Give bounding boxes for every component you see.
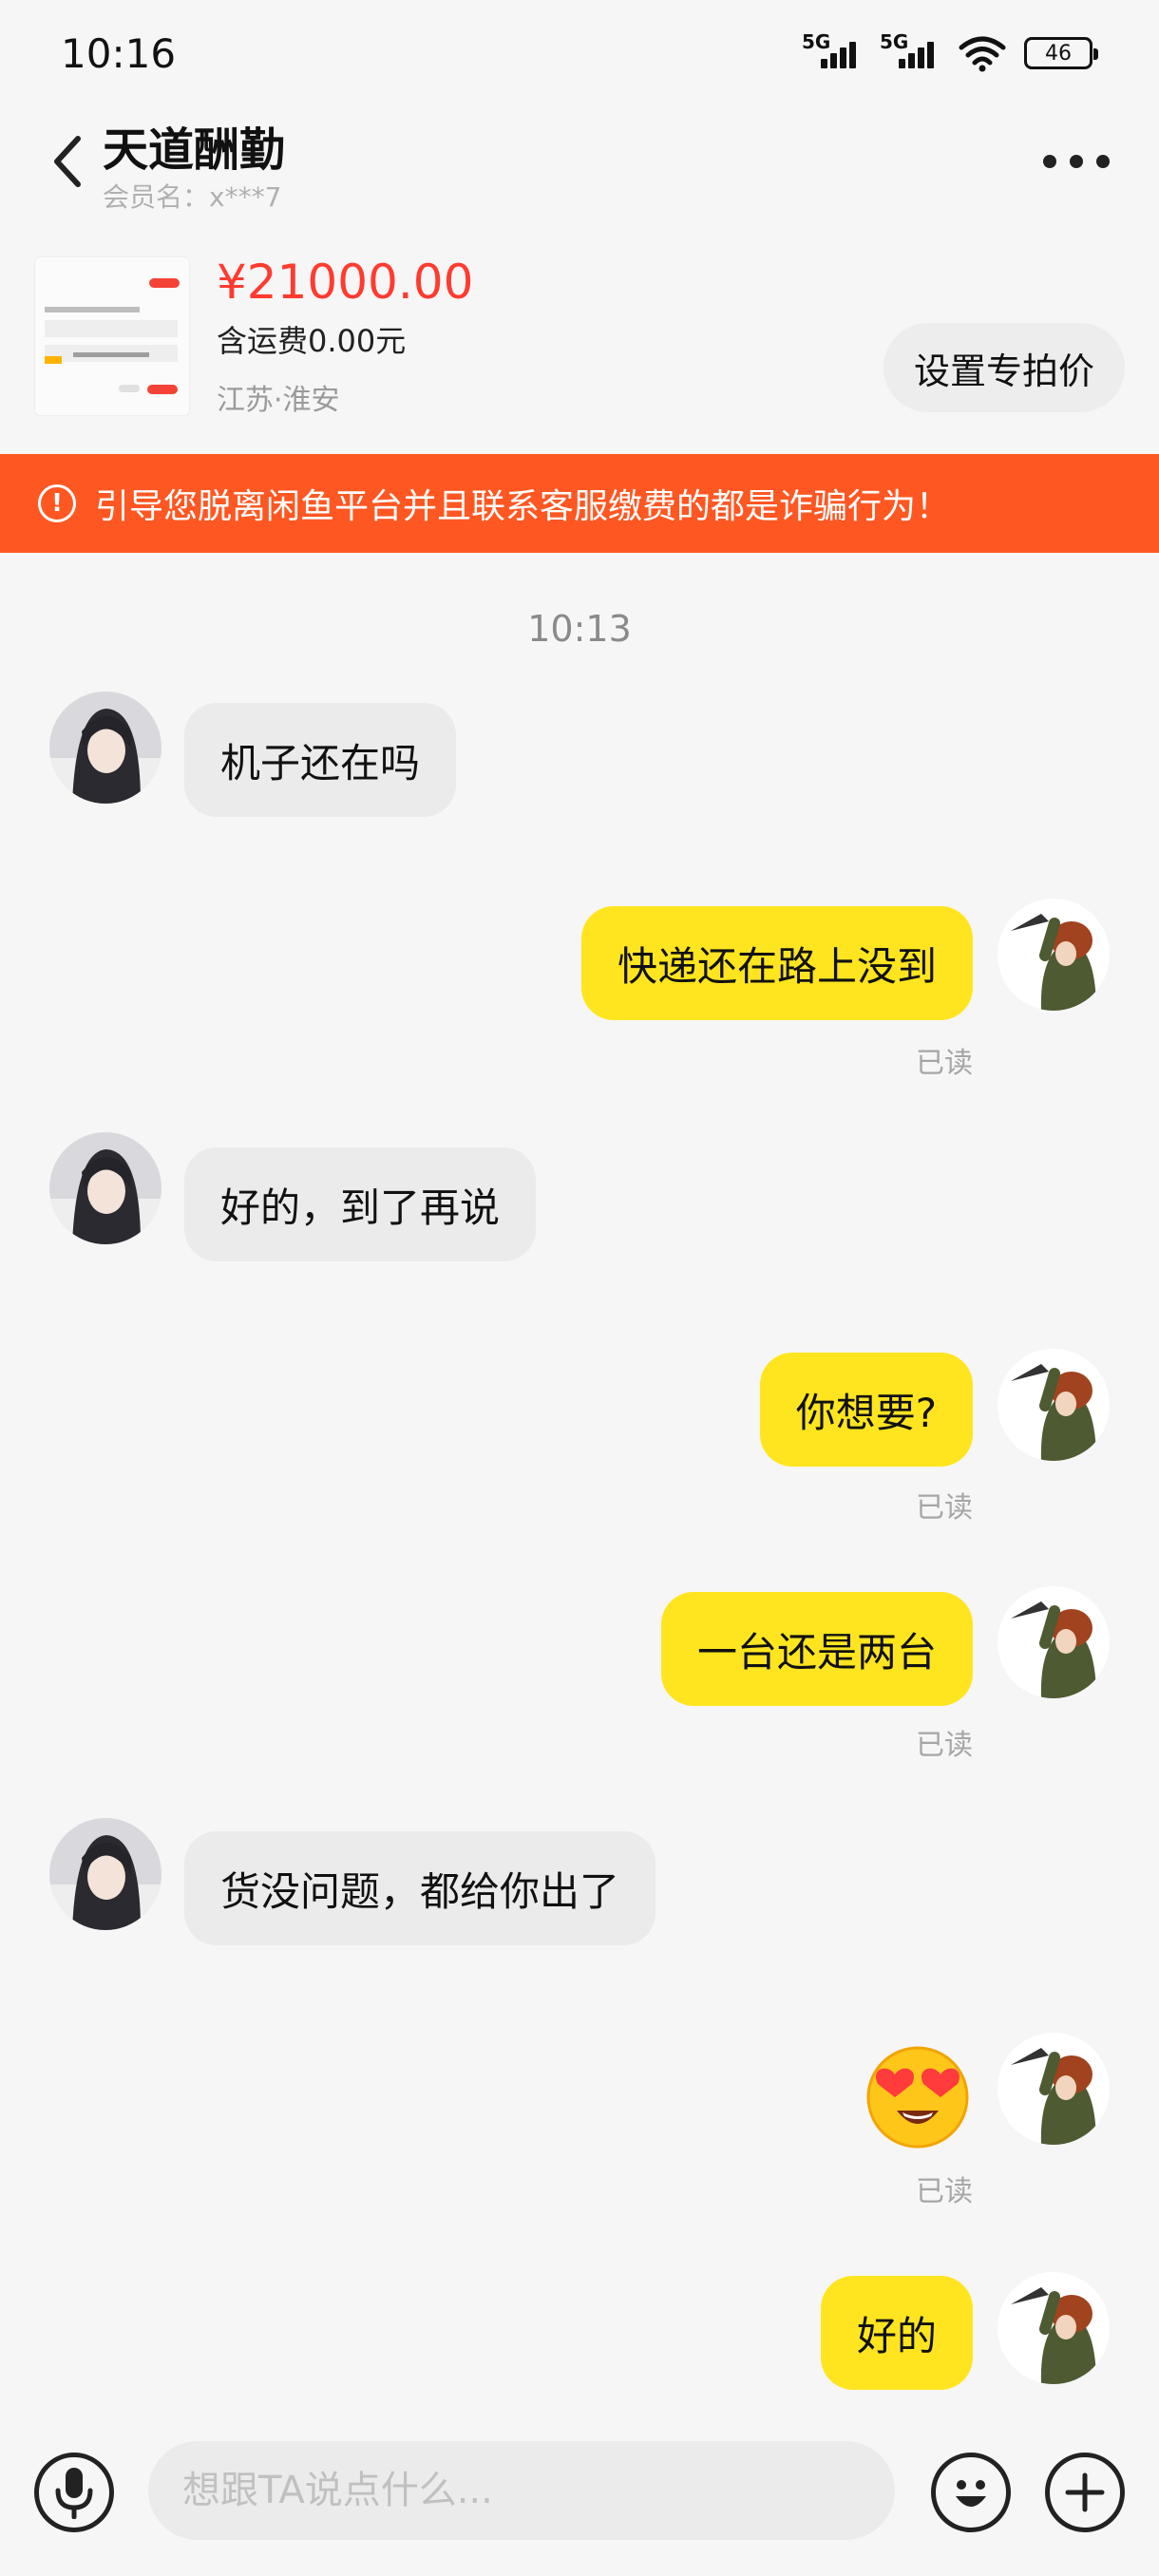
message-bubble-outgoing: 你想要? [759,1353,973,1467]
status-icons: 5G 5G 46 [802,30,1098,72]
read-status: 已读 [916,1047,973,1080]
wifi-icon [959,36,1006,72]
signal-icon-2: 5G [880,30,940,72]
read-status: 已读 [916,2175,973,2208]
message-bubble-outgoing: 快递还在路上没到 [580,906,973,1020]
my-avatar[interactable] [998,2272,1110,2384]
seller-avatar[interactable] [49,1132,162,1244]
my-avatar[interactable] [998,1349,1110,1461]
set-special-price-button[interactable]: 设置专拍价 [883,323,1125,412]
smiley-icon[interactable] [931,2453,1011,2532]
plus-icon[interactable] [1045,2453,1125,2532]
back-arrow-icon[interactable] [49,133,87,190]
product-shipping: 含运费0.00元 [217,323,407,359]
message-bubble-outgoing: 好的 [820,2276,973,2390]
exclamation-circle-icon: ! [38,484,76,522]
my-avatar[interactable] [998,2033,1110,2145]
message-bubble-outgoing: 一台还是两台 [660,1592,973,1706]
fraud-warning-banner: ! 引导您脱离闲鱼平台并且联系客服缴费的都是诈骗行为！ [0,454,1159,553]
battery-icon: 46 [1024,37,1098,69]
status-time: 10:16 [61,30,177,77]
signal-icon: 5G [802,30,863,72]
warning-text: 引导您脱离闲鱼平台并且联系客服缴费的都是诈骗行为！ [95,487,951,526]
message-input[interactable] [148,2441,895,2540]
more-options-icon[interactable] [1043,142,1110,180]
chat-timestamp: 10:13 [527,608,632,650]
seller-avatar[interactable] [49,691,162,804]
message-bubble-incoming: 机子还在吗 [184,703,457,817]
page-title: 天道酬勤 [103,123,286,177]
message-bubble-incoming: 货没问题，都给你出了 [184,1831,656,1945]
member-name: 会员名：x***7 [103,181,282,213]
microphone-icon[interactable] [34,2453,114,2532]
read-status: 已读 [916,1729,973,1762]
my-avatar[interactable] [998,1586,1110,1698]
product-location: 江苏·淮安 [217,384,340,417]
product-thumbnail[interactable] [34,256,190,416]
read-status: 已读 [916,1491,973,1525]
status-bar: 10:16 5G 5G 46 [0,0,1159,114]
product-price: ¥21000.00 [217,255,474,310]
seller-avatar[interactable] [49,1818,162,1930]
message-bubble-incoming: 好的，到了再说 [184,1147,537,1261]
my-avatar[interactable] [998,899,1110,1011]
heart-eyes-emoji-icon [866,2046,969,2149]
